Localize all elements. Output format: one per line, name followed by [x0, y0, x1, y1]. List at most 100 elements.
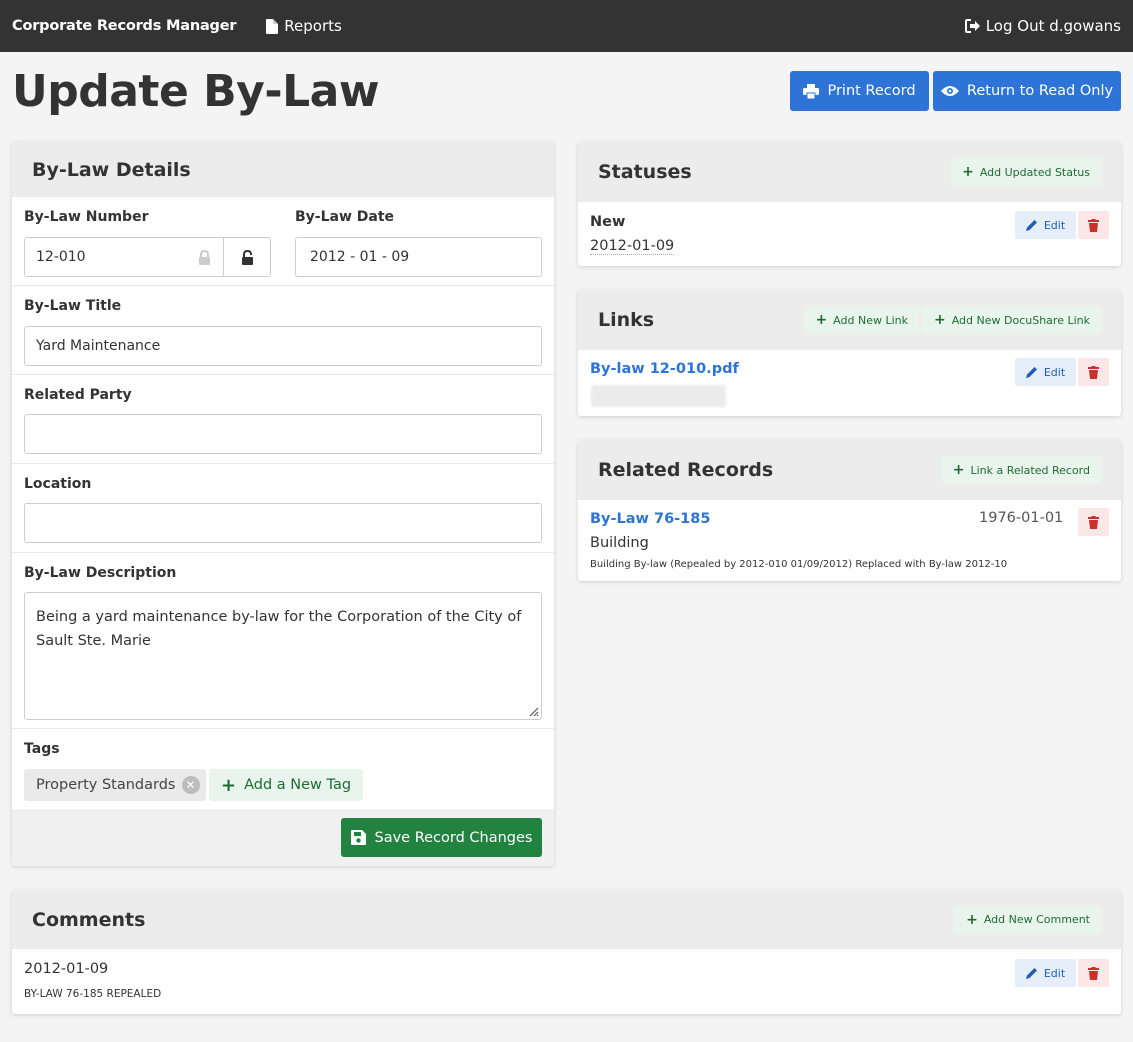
status-name: New — [590, 214, 626, 230]
divider — [12, 728, 554, 729]
bylaw-details-title: By-Law Details — [32, 158, 191, 181]
nav-reports[interactable]: Reports — [266, 17, 342, 35]
remove-tag-icon[interactable]: ✕ — [181, 776, 200, 794]
bylaw-date-input[interactable]: 2012 - 01 - 09 — [295, 237, 542, 277]
sign-out-icon — [964, 19, 980, 33]
edit-status-button[interactable]: Edit — [1015, 211, 1076, 239]
statuses-card: Statuses + Add Updated Status New 2012-0… — [578, 142, 1121, 266]
divider — [12, 374, 554, 375]
add-status-button[interactable]: + Add Updated Status — [951, 158, 1101, 186]
add-tag-label: Add a New Tag — [244, 777, 352, 793]
edit-comment-label: Edit — [1043, 966, 1066, 980]
unlock-number-button[interactable] — [223, 237, 271, 277]
trash-icon — [1088, 515, 1099, 529]
bylaw-date-label: By-Law Date — [295, 209, 395, 225]
related-record-note: Building By-law (Repealed by 2012-010 01… — [590, 559, 1008, 570]
print-icon — [803, 83, 820, 99]
trash-icon — [1088, 218, 1099, 232]
file-icon — [266, 18, 279, 34]
delete-comment-button[interactable] — [1078, 959, 1109, 987]
print-record-button[interactable]: Print Record — [790, 71, 929, 111]
pencil-icon — [1025, 220, 1037, 231]
bylaw-description-textarea[interactable]: Being a yard maintenance by-law for the … — [24, 592, 542, 720]
related-record-title[interactable]: By-Law 76-185 — [590, 511, 710, 527]
delete-link-button[interactable] — [1078, 358, 1109, 386]
return-read-only-label: Return to Read Only — [966, 83, 1114, 99]
plus-icon: + — [952, 462, 965, 478]
brand[interactable]: Corporate Records Manager — [12, 18, 236, 34]
trash-icon — [1088, 966, 1099, 980]
return-read-only-button[interactable]: Return to Read Only — [933, 71, 1121, 111]
edit-link-button[interactable]: Edit — [1015, 358, 1076, 386]
comments-header: Comments + Add New Comment — [12, 890, 1121, 949]
comment-date: 2012-01-09 — [24, 961, 109, 977]
add-comment-button[interactable]: + Add New Comment — [955, 905, 1101, 934]
bylaw-number-input[interactable]: 12-010 — [24, 237, 224, 277]
add-link-label: Add New Link — [833, 313, 908, 327]
page-title: Update By-Law — [12, 66, 379, 117]
add-docushare-link-button[interactable]: + Add New DocuShare Link — [922, 306, 1101, 334]
pencil-icon — [1025, 367, 1037, 378]
bylaw-title-value: Yard Maintenance — [36, 338, 161, 354]
tag-label: Property Standards — [36, 777, 176, 793]
location-input[interactable] — [24, 503, 542, 543]
print-record-label: Print Record — [827, 83, 916, 99]
bylaw-title-input[interactable]: Yard Maintenance — [24, 326, 542, 366]
related-record-date: 1976-01-01 — [979, 510, 1064, 526]
navbar: Corporate Records Manager Reports Log Ou… — [0, 0, 1133, 52]
divider — [12, 463, 554, 464]
comments-title: Comments — [32, 908, 146, 931]
pencil-icon — [1025, 968, 1037, 979]
save-icon — [350, 830, 366, 845]
add-comment-label: Add New Comment — [983, 913, 1090, 926]
plus-icon: + — [966, 911, 978, 928]
add-tag-button[interactable]: + Add a New Tag — [209, 769, 364, 801]
edit-status-label: Edit — [1043, 218, 1066, 232]
unlock-icon — [241, 249, 253, 265]
nav-logout[interactable]: Log Out d.gowans — [964, 17, 1121, 35]
plus-icon: + — [221, 774, 237, 796]
plus-icon: + — [962, 164, 974, 180]
links-header: Links + Add New Link + Add New DocuShare… — [578, 290, 1121, 350]
trash-icon — [1088, 365, 1099, 379]
edit-link-label: Edit — [1043, 365, 1066, 379]
delete-status-button[interactable] — [1078, 211, 1109, 239]
resize-handle-icon[interactable] — [527, 705, 539, 717]
save-record-button[interactable]: Save Record Changes — [341, 818, 542, 857]
statuses-header: Statuses + Add Updated Status — [578, 142, 1121, 202]
divider — [12, 285, 554, 286]
eye-icon — [940, 86, 959, 96]
link-related-record-button[interactable]: + Link a Related Record — [941, 456, 1101, 484]
blurred-link-url — [591, 385, 726, 407]
unlink-related-record-button[interactable] — [1078, 508, 1109, 536]
bylaw-details-header: By-Law Details — [12, 142, 554, 197]
related-records-card: Related Records + Link a Related Record … — [578, 440, 1121, 581]
related-party-label: Related Party — [24, 387, 132, 403]
related-records-header: Related Records + Link a Related Record — [578, 440, 1121, 500]
related-record-category: Building — [590, 535, 649, 551]
status-date: 2012-01-09 — [590, 238, 675, 255]
links-card: Links + Add New Link + Add New DocuShare… — [578, 290, 1121, 416]
bylaw-number-label: By-Law Number — [24, 209, 149, 225]
tags-label: Tags — [24, 741, 60, 757]
lock-icon — [199, 250, 210, 265]
link-title[interactable]: By-law 12-010.pdf — [590, 361, 739, 377]
location-label: Location — [24, 476, 92, 492]
bylaw-details-card: By-Law Details By-Law Number 12-010 By-L… — [12, 142, 554, 866]
add-link-button[interactable]: + Add New Link — [804, 306, 919, 334]
statuses-title: Statuses — [598, 161, 692, 183]
nav-reports-label: Reports — [284, 17, 342, 35]
bylaw-title-label: By-Law Title — [24, 298, 122, 314]
related-party-input[interactable] — [24, 414, 542, 454]
plus-icon: + — [933, 312, 946, 328]
nav-logout-label: Log Out d.gowans — [985, 17, 1121, 35]
page-header: Update By-Law Print Record Return to Rea… — [0, 52, 1133, 142]
edit-comment-button[interactable]: Edit — [1015, 959, 1076, 987]
add-status-label: Add Updated Status — [979, 165, 1090, 179]
related-records-title: Related Records — [598, 459, 774, 481]
save-record-label: Save Record Changes — [374, 829, 533, 846]
divider — [12, 552, 554, 553]
links-title: Links — [598, 309, 655, 331]
plus-icon: + — [815, 312, 828, 328]
comments-card: Comments + Add New Comment 2012-01-09 BY… — [12, 890, 1121, 1014]
